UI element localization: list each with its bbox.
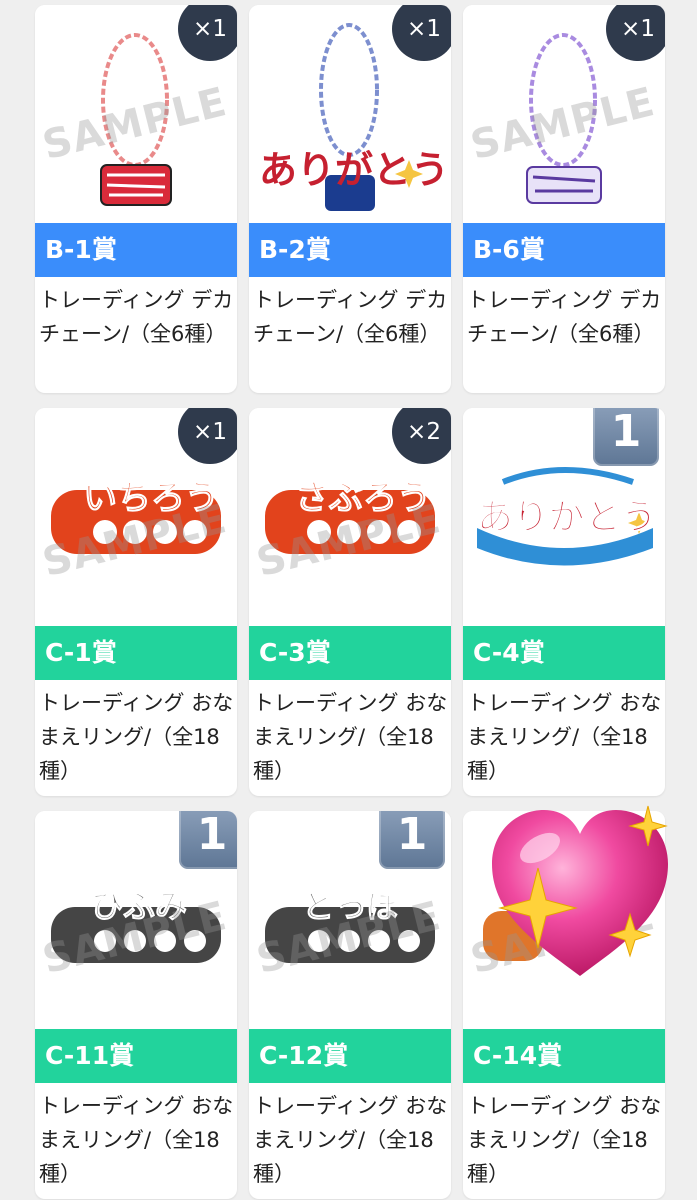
- quantity-badge: 1: [179, 811, 237, 869]
- prize-card-c3[interactable]: さぶろう SAMPLE ×2 C-3賞 トレーディング おなまえリング/（全18…: [249, 408, 451, 796]
- product-name: トレーディング おなまえリング/（全18種）: [467, 691, 662, 783]
- prize-label: C-4賞: [463, 626, 665, 680]
- prize-label: B-1賞: [35, 223, 237, 277]
- quantity-badge: 1: [593, 408, 659, 466]
- prize-grid: SAMPLE ×1 B-1賞 トレーディング デカチェーン/（全6種） ありがと…: [0, 0, 697, 1200]
- prize-label: B-6賞: [463, 223, 665, 277]
- prize-card-c12[interactable]: どっぽ SAMPLE 1 C-12賞 トレーディング おなまえリング/（全18種…: [249, 811, 451, 1199]
- prize-card-b6[interactable]: SAMPLE ×1 B-6賞 トレーディング デカチェーン/（全6種）: [463, 5, 665, 393]
- thumb-logo-text: いちろう: [83, 478, 220, 519]
- prize-card-b1[interactable]: SAMPLE ×1 B-1賞 トレーディング デカチェーン/（全6種）: [35, 5, 237, 393]
- prize-label: C-14賞: [463, 1029, 665, 1083]
- product-name: トレーディング おなまえリング/（全18種）: [253, 691, 448, 783]
- quantity-badge: 1: [379, 811, 445, 869]
- thumb-logo-text: さぶろう: [295, 478, 432, 519]
- product-name: トレーディング デカチェーン/（全6種）: [467, 288, 662, 346]
- product-name: トレーディング おなまえリング/（全18種）: [39, 691, 234, 783]
- prize-label: C-3賞: [249, 626, 451, 680]
- thumb-logo-text: ありがとう: [476, 497, 658, 539]
- product-name: トレーディング デカチェーン/（全6種）: [39, 288, 234, 346]
- product-name: トレーディング おなまえリング/（全18種）: [39, 1094, 234, 1186]
- thumb-logo-text: ありがとう: [259, 148, 450, 192]
- thumb-logo-text: どっぽ: [302, 887, 400, 926]
- prize-card-c1[interactable]: いちろう SAMPLE ×1 C-1賞 トレーディング おなまえリング/（全18…: [35, 408, 237, 796]
- product-name: トレーディング デカチェーン/（全6種）: [253, 288, 448, 346]
- prize-card-c4[interactable]: ありがとう 1 C-4賞 トレーディング おなまえリング/（全18種）: [463, 408, 665, 796]
- prize-label: B-2賞: [249, 223, 451, 277]
- prize-label: C-1賞: [35, 626, 237, 680]
- prize-card-c11[interactable]: ひふみ SAMPLE 1 C-11賞 トレーディング おなまえリング/（全18種…: [35, 811, 237, 1199]
- sparkling-heart-icon: [480, 796, 670, 990]
- prize-label: C-12賞: [249, 1029, 451, 1083]
- prize-label: C-11賞: [35, 1029, 237, 1083]
- prize-card-b2[interactable]: ありがとう ×1 B-2賞 トレーディング デカチェーン/（全6種）: [249, 5, 451, 393]
- product-name: トレーディング おなまえリング/（全18種）: [253, 1094, 448, 1186]
- thumb-logo-text: ひふみ: [90, 887, 188, 926]
- product-name: トレーディング おなまえリング/（全18種）: [467, 1094, 662, 1186]
